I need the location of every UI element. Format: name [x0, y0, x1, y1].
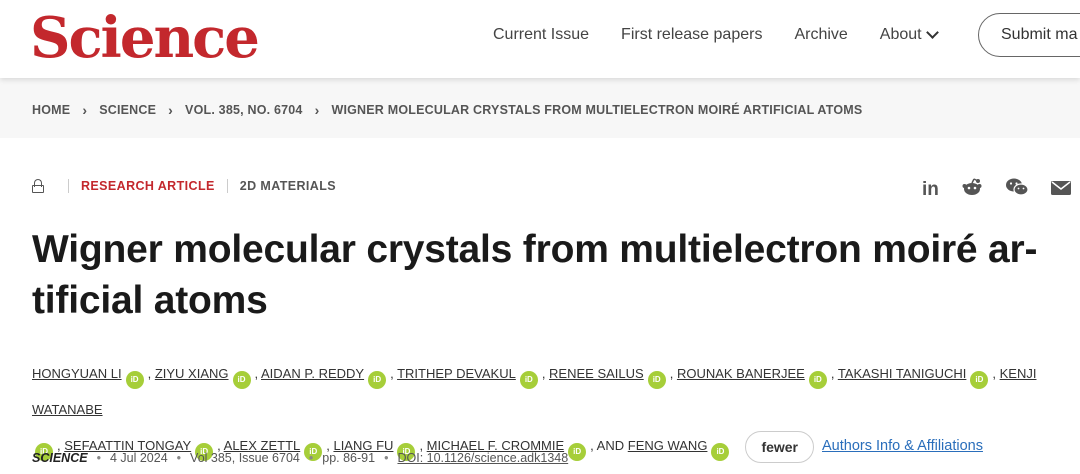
doi-link[interactable]: DOI: 10.1126/science.adk1348	[397, 451, 568, 465]
orcid-icon[interactable]: iD	[647, 371, 666, 389]
chevron-right-icon: ›	[314, 102, 320, 118]
breadcrumb-current: WIGNER MOLECULAR CRYSTALS FROM MULTIELEC…	[331, 103, 863, 117]
author-link[interactable]: ZIYU XIANG	[155, 366, 229, 381]
orcid-icon[interactable]: iD	[519, 371, 538, 389]
breadcrumb-science[interactable]: SCIENCE	[99, 103, 156, 117]
bullet: •	[96, 451, 101, 465]
citation-journal[interactable]: SCIENCE	[32, 451, 88, 465]
science-logo[interactable]: Science	[30, 2, 260, 74]
linkedin-icon[interactable]: in	[922, 179, 939, 201]
orcid-icon[interactable]: iD	[711, 443, 730, 461]
author-link[interactable]: FENG WANG	[628, 438, 708, 453]
chevron-right-icon: ›	[168, 102, 174, 118]
author-link[interactable]: TRITHEP DEVAKUL	[397, 366, 516, 381]
breadcrumb-home[interactable]: HOME	[32, 103, 70, 117]
nav-about[interactable]: About	[879, 24, 939, 46]
divider	[68, 179, 69, 193]
orcid-icon[interactable]: iD	[125, 371, 144, 389]
wechat-icon[interactable]	[1005, 177, 1029, 202]
author-link[interactable]: AIDAN P. REDDY	[261, 366, 364, 381]
lock-icon	[32, 179, 44, 193]
fewer-authors-button[interactable]: fewer	[745, 430, 815, 463]
divider	[226, 179, 228, 193]
article-type: RESEARCH ARTICLE	[81, 179, 215, 193]
bullet: •	[176, 451, 182, 465]
main-nav: Current Issue First release papers Archi…	[493, 24, 969, 46]
author-link[interactable]: RENEE SAILUS	[549, 366, 644, 381]
orcid-icon[interactable]: iD	[808, 371, 827, 389]
site-header: Science Current Issue First release pape…	[0, 0, 1080, 78]
citation-date: 4 Jul 2024	[109, 451, 168, 465]
nav-archive[interactable]: Archive	[794, 24, 847, 46]
orcid-icon[interactable]: iD	[368, 371, 387, 389]
nav-current-issue[interactable]: Current Issue	[493, 24, 589, 46]
share-bar: in	[922, 177, 1080, 202]
article-title-line-2: tificial atoms	[32, 279, 268, 322]
breadcrumb-band: HOME › SCIENCE › VOL. 385, NO. 6704 › WI…	[0, 78, 1080, 138]
article-title: Wigner molecular crystals from multielec…	[32, 224, 1080, 326]
article-title-line-1: Wigner molecular crystals from multielec…	[32, 228, 1038, 271]
bullet: •	[384, 451, 389, 465]
author-list: HONGYUAN LI iD, ZIYU XIANG iD, AIDAN P. RE…	[32, 356, 1080, 464]
orcid-icon[interactable]: iD	[232, 371, 251, 389]
author-link[interactable]: ROUNAK BANERJEE	[677, 366, 805, 381]
reddit-icon[interactable]	[961, 177, 983, 202]
citation-line: SCIENCE • 4 Jul 2024 • Vol 385, Issue 67…	[32, 451, 568, 465]
and-label: , AND	[590, 438, 625, 453]
submit-manuscript-button[interactable]: Submit ma	[978, 13, 1080, 57]
author-link[interactable]: TAKASHI TANIGUCHI	[838, 366, 967, 381]
article-subject[interactable]: 2D MATERIALS	[240, 179, 336, 193]
authors-info-affiliations-link[interactable]: Authors Info & Affiliations	[822, 438, 983, 454]
email-icon[interactable]	[1050, 179, 1071, 201]
chevron-right-icon: ›	[82, 102, 88, 118]
nav-about-label: About	[879, 26, 922, 43]
citation-volume[interactable]: Vol 385, Issue 6704	[190, 451, 300, 465]
article-meta: RESEARCH ARTICLE 2D MATERIALS	[32, 179, 336, 193]
author-link[interactable]: HONGYUAN LI	[32, 366, 122, 381]
breadcrumb: HOME › SCIENCE › VOL. 385, NO. 6704 › WI…	[32, 102, 862, 118]
citation-pages: pp. 86-91	[322, 451, 376, 465]
chevron-down-icon	[925, 26, 939, 39]
nav-first-release-papers[interactable]: First release papers	[621, 24, 762, 46]
orcid-icon[interactable]: iD	[568, 443, 587, 461]
breadcrumb-volume[interactable]: VOL. 385, NO. 6704	[185, 103, 303, 117]
bullet: •	[308, 451, 314, 465]
orcid-icon[interactable]: iD	[970, 371, 989, 389]
